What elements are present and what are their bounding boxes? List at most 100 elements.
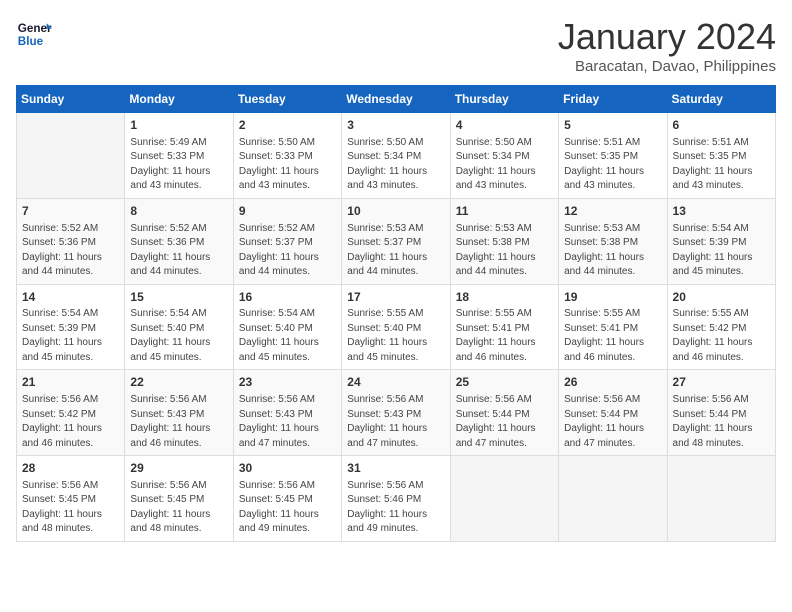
header-monday: Monday xyxy=(125,86,233,113)
day-number: 25 xyxy=(456,374,553,391)
day-info: Sunrise: 5:53 AM Sunset: 5:38 PM Dayligh… xyxy=(564,222,661,280)
calendar-week-2: 7 Sunrise: 5:52 AM Sunset: 5:36 PM Daylig… xyxy=(17,198,776,284)
calendar-cell: 28Sunrise: 5:56 AM Sunset: 5:45 PM Dayli… xyxy=(17,456,125,542)
day-number: 22 xyxy=(130,374,227,391)
day-number: 15 xyxy=(130,289,227,306)
calendar-cell: 17Sunrise: 5:55 AM Sunset: 5:40 PM Dayli… xyxy=(342,284,450,370)
header-friday: Friday xyxy=(559,86,667,113)
day-number: 18 xyxy=(456,289,553,306)
calendar-cell: 4Sunrise: 5:50 AM Sunset: 5:34 PM Daylig… xyxy=(450,113,558,199)
calendar-week-4: 21 Sunrise: 5:56 AM Sunset: 5:42 PM Dayli… xyxy=(17,370,776,456)
calendar-cell: 9Sunrise: 5:52 AM Sunset: 5:37 PM Daylig… xyxy=(233,198,341,284)
calendar-cell: 14Sunrise: 5:54 AM Sunset: 5:39 PM Dayli… xyxy=(17,284,125,370)
day-info: Sunrise: 5:52 AM Sunset: 5:36 PM Dayligh… xyxy=(22,222,119,280)
header: General Blue January 2024 Baracatan, Dav… xyxy=(16,16,776,75)
day-info: Sunrise: 5:54 AM Sunset: 5:40 PM Dayligh… xyxy=(130,307,227,365)
day-number: 28 xyxy=(22,460,119,477)
month-title: January 2024 xyxy=(558,16,776,58)
calendar-week-5: 28 Sunrise: 5:56 AM Sunset: 5:45 PM Dayli… xyxy=(17,456,776,542)
calendar-cell: 29 Sunrise: 5:56 AM Sunset: 5:45 PM Dayli… xyxy=(125,456,233,542)
day-info: Sunrise: 5:56 AM Sunset: 5:43 PM Dayligh… xyxy=(239,393,336,451)
calendar-cell: 11 Sunrise: 5:53 AM Sunset: 5:38 PM Dayli… xyxy=(450,198,558,284)
day-info: Sunrise: 5:56 AM Sunset: 5:44 PM Dayligh… xyxy=(564,393,661,451)
day-number: 8 xyxy=(130,203,227,220)
day-number: 14 xyxy=(22,289,119,306)
day-number: 17 xyxy=(347,289,444,306)
calendar-cell: 21 Sunrise: 5:56 AM Sunset: 5:42 PM Dayli… xyxy=(17,370,125,456)
day-info: Sunrise: 5:53 AM Sunset: 5:37 PM Dayligh… xyxy=(347,222,444,280)
calendar-cell xyxy=(667,456,775,542)
calendar-cell: 18Sunrise: 5:55 AM Sunset: 5:41 PM Dayli… xyxy=(450,284,558,370)
day-number: 6 xyxy=(673,117,770,134)
calendar-cell xyxy=(559,456,667,542)
calendar-cell: 19Sunrise: 5:55 AM Sunset: 5:41 PM Dayli… xyxy=(559,284,667,370)
calendar-cell xyxy=(450,456,558,542)
day-info: Sunrise: 5:55 AM Sunset: 5:41 PM Dayligh… xyxy=(456,307,553,365)
calendar-cell: 31 Sunrise: 5:56 AM Sunset: 5:46 PM Dayli… xyxy=(342,456,450,542)
location: Baracatan, Davao, Philippines xyxy=(558,58,776,75)
day-number: 5 xyxy=(564,117,661,134)
calendar-cell: 24 Sunrise: 5:56 AM Sunset: 5:43 PM Dayli… xyxy=(342,370,450,456)
day-info: Sunrise: 5:56 AM Sunset: 5:46 PM Dayligh… xyxy=(347,479,444,537)
logo-icon: General Blue xyxy=(16,16,52,52)
day-info: Sunrise: 5:56 AM Sunset: 5:43 PM Dayligh… xyxy=(347,393,444,451)
header-saturday: Saturday xyxy=(667,86,775,113)
calendar-cell: 6 Sunrise: 5:51 AM Sunset: 5:35 PM Daylig… xyxy=(667,113,775,199)
day-number: 3 xyxy=(347,117,444,134)
day-info: Sunrise: 5:49 AM Sunset: 5:33 PM Dayligh… xyxy=(130,136,227,194)
day-number: 16 xyxy=(239,289,336,306)
calendar-cell: 2 Sunrise: 5:50 AM Sunset: 5:33 PM Daylig… xyxy=(233,113,341,199)
header-wednesday: Wednesday xyxy=(342,86,450,113)
day-info: Sunrise: 5:50 AM Sunset: 5:34 PM Dayligh… xyxy=(347,136,444,194)
day-info: Sunrise: 5:51 AM Sunset: 5:35 PM Dayligh… xyxy=(673,136,770,194)
calendar-cell: 5 Sunrise: 5:51 AM Sunset: 5:35 PM Daylig… xyxy=(559,113,667,199)
day-number: 26 xyxy=(564,374,661,391)
day-info: Sunrise: 5:56 AM Sunset: 5:45 PM Dayligh… xyxy=(239,479,336,537)
calendar-header-row: SundayMondayTuesdayWednesdayThursdayFrid… xyxy=(17,86,776,113)
day-number: 29 xyxy=(130,460,227,477)
day-number: 13 xyxy=(673,203,770,220)
calendar-cell: 10Sunrise: 5:53 AM Sunset: 5:37 PM Dayli… xyxy=(342,198,450,284)
day-number: 21 xyxy=(22,374,119,391)
calendar-cell: 13 Sunrise: 5:54 AM Sunset: 5:39 PM Dayli… xyxy=(667,198,775,284)
day-info: Sunrise: 5:54 AM Sunset: 5:40 PM Dayligh… xyxy=(239,307,336,365)
day-number: 1 xyxy=(130,117,227,134)
day-number: 4 xyxy=(456,117,553,134)
calendar-cell: 12Sunrise: 5:53 AM Sunset: 5:38 PM Dayli… xyxy=(559,198,667,284)
day-info: Sunrise: 5:54 AM Sunset: 5:39 PM Dayligh… xyxy=(22,307,119,365)
calendar-cell xyxy=(17,113,125,199)
day-info: Sunrise: 5:53 AM Sunset: 5:38 PM Dayligh… xyxy=(456,222,553,280)
day-info: Sunrise: 5:55 AM Sunset: 5:41 PM Dayligh… xyxy=(564,307,661,365)
day-info: Sunrise: 5:56 AM Sunset: 5:45 PM Dayligh… xyxy=(130,479,227,537)
day-info: Sunrise: 5:52 AM Sunset: 5:37 PM Dayligh… xyxy=(239,222,336,280)
day-info: Sunrise: 5:51 AM Sunset: 5:35 PM Dayligh… xyxy=(564,136,661,194)
day-number: 2 xyxy=(239,117,336,134)
calendar-cell: 26 Sunrise: 5:56 AM Sunset: 5:44 PM Dayli… xyxy=(559,370,667,456)
calendar-cell: 8Sunrise: 5:52 AM Sunset: 5:36 PM Daylig… xyxy=(125,198,233,284)
svg-text:Blue: Blue xyxy=(18,35,44,48)
day-number: 23 xyxy=(239,374,336,391)
calendar-cell: 3 Sunrise: 5:50 AM Sunset: 5:34 PM Daylig… xyxy=(342,113,450,199)
day-number: 11 xyxy=(456,203,553,220)
day-number: 7 xyxy=(22,203,119,220)
day-info: Sunrise: 5:54 AM Sunset: 5:39 PM Dayligh… xyxy=(673,222,770,280)
day-info: Sunrise: 5:55 AM Sunset: 5:42 PM Dayligh… xyxy=(673,307,770,365)
day-info: Sunrise: 5:56 AM Sunset: 5:44 PM Dayligh… xyxy=(673,393,770,451)
day-number: 30 xyxy=(239,460,336,477)
title-block: January 2024 Baracatan, Davao, Philippin… xyxy=(558,16,776,75)
calendar-cell: 25 Sunrise: 5:56 AM Sunset: 5:44 PM Dayli… xyxy=(450,370,558,456)
day-number: 24 xyxy=(347,374,444,391)
calendar-cell: 20Sunrise: 5:55 AM Sunset: 5:42 PM Dayli… xyxy=(667,284,775,370)
calendar-table: SundayMondayTuesdayWednesdayThursdayFrid… xyxy=(16,85,776,542)
day-info: Sunrise: 5:50 AM Sunset: 5:33 PM Dayligh… xyxy=(239,136,336,194)
day-number: 19 xyxy=(564,289,661,306)
day-info: Sunrise: 5:56 AM Sunset: 5:44 PM Dayligh… xyxy=(456,393,553,451)
logo: General Blue xyxy=(16,16,52,52)
header-tuesday: Tuesday xyxy=(233,86,341,113)
day-number: 20 xyxy=(673,289,770,306)
day-info: Sunrise: 5:56 AM Sunset: 5:42 PM Dayligh… xyxy=(22,393,119,451)
calendar-cell: 15Sunrise: 5:54 AM Sunset: 5:40 PM Dayli… xyxy=(125,284,233,370)
calendar-week-1: 1 Sunrise: 5:49 AM Sunset: 5:33 PM Daylig… xyxy=(17,113,776,199)
day-number: 31 xyxy=(347,460,444,477)
calendar-cell: 1 Sunrise: 5:49 AM Sunset: 5:33 PM Daylig… xyxy=(125,113,233,199)
